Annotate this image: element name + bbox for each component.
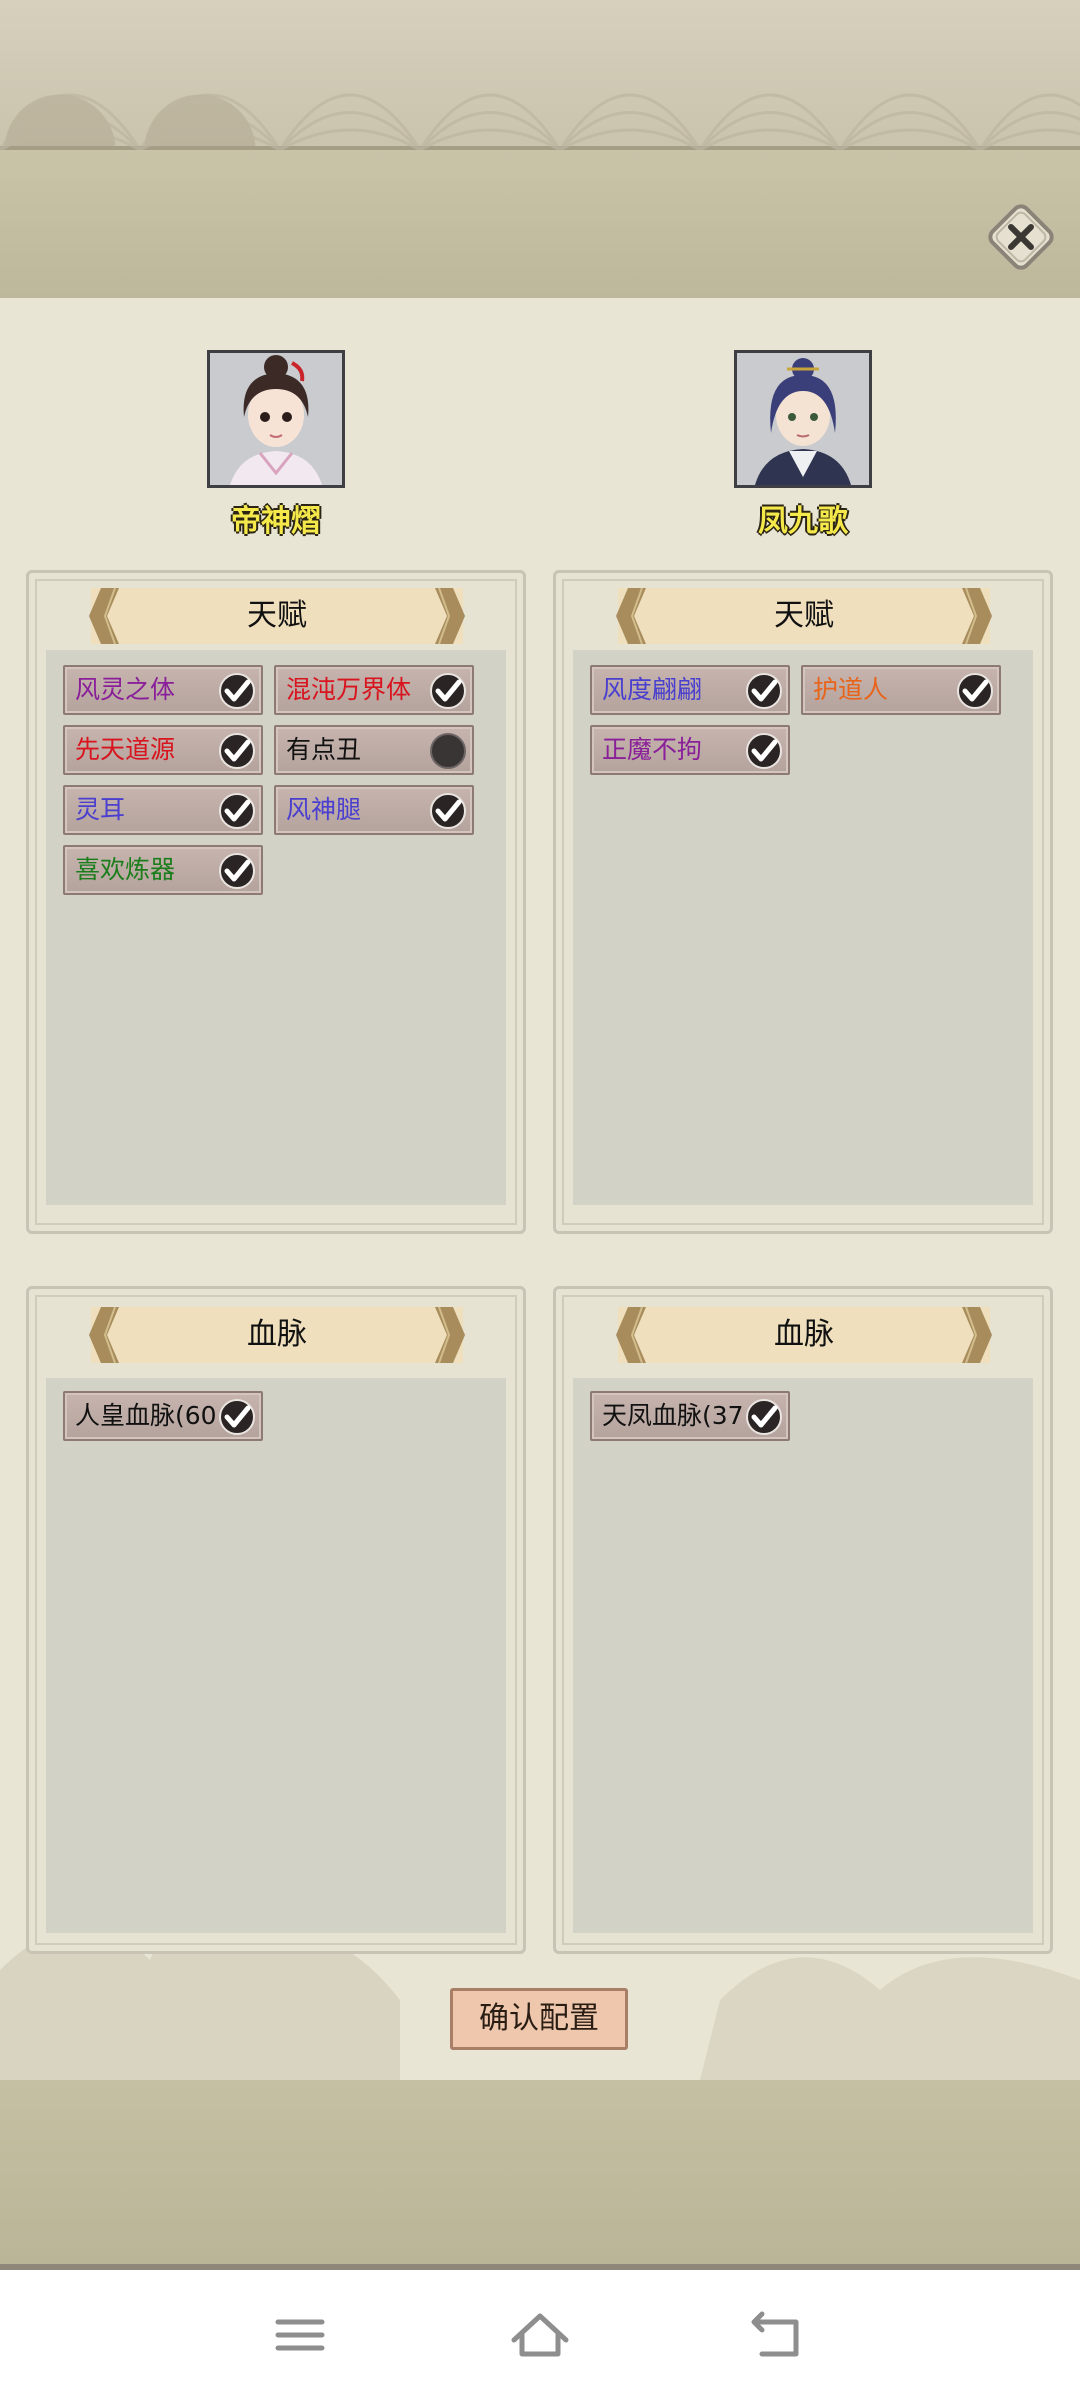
check-icon bbox=[219, 733, 255, 769]
close-button[interactable] bbox=[980, 196, 1062, 278]
chevron-right-icon[interactable] bbox=[962, 588, 992, 644]
menu-button[interactable] bbox=[260, 2300, 340, 2370]
chevron-right-icon[interactable] bbox=[962, 1307, 992, 1363]
avatar bbox=[207, 350, 345, 488]
footer-strip bbox=[0, 2080, 1080, 2270]
menu-icon bbox=[275, 2319, 325, 2351]
chevron-left-icon[interactable] bbox=[89, 1307, 119, 1363]
talent-tag-label: 灵耳 bbox=[75, 795, 126, 824]
chevron-right-icon[interactable] bbox=[435, 1307, 465, 1363]
top-decorative-band bbox=[0, 0, 1080, 150]
bloodline-tag-label: 人皇血脉(60 bbox=[75, 1401, 217, 1430]
bloodline-panel-2: 血脉 天凤血脉(37 bbox=[553, 1286, 1053, 1954]
talent-tag[interactable]: 灵耳 bbox=[63, 785, 263, 835]
talent-tag-label: 混沌万界体 bbox=[286, 675, 412, 704]
bloodline-title: 血脉 bbox=[774, 1317, 834, 1352]
talent-tag[interactable]: 风度翩翩 bbox=[590, 665, 790, 715]
check-icon bbox=[430, 793, 466, 829]
bloodline-banner: 血脉 bbox=[616, 1307, 992, 1363]
talent-tag[interactable]: 正魔不拘 bbox=[590, 725, 790, 775]
header-strip bbox=[0, 150, 1080, 298]
bloodline-panel-1: 血脉 人皇血脉(60 bbox=[26, 1286, 526, 1954]
chevron-left-icon[interactable] bbox=[616, 1307, 646, 1363]
bloodline-tag[interactable]: 天凤血脉(37 bbox=[590, 1391, 790, 1441]
character-name: 帝神熠 bbox=[231, 504, 321, 539]
bloodline-title: 血脉 bbox=[247, 1317, 307, 1352]
chevron-left-icon[interactable] bbox=[89, 588, 119, 644]
chevron-right-icon[interactable] bbox=[435, 588, 465, 644]
talent-tag[interactable]: 先天道源 bbox=[63, 725, 263, 775]
back-button[interactable] bbox=[740, 2300, 820, 2370]
bloodline-tag-label: 天凤血脉(37 bbox=[602, 1401, 744, 1430]
talent-banner: 天赋 bbox=[616, 588, 992, 644]
unchecked-icon bbox=[430, 733, 466, 769]
talent-banner: 天赋 bbox=[89, 588, 465, 644]
check-icon bbox=[746, 733, 782, 769]
talent-tag-label: 护道人 bbox=[813, 675, 889, 704]
check-icon bbox=[957, 673, 993, 709]
talent-tag-label: 风灵之体 bbox=[75, 675, 176, 704]
talent-title: 天赋 bbox=[774, 598, 834, 633]
check-icon bbox=[746, 673, 782, 709]
talent-tag[interactable]: 风灵之体 bbox=[63, 665, 263, 715]
chevron-left-icon[interactable] bbox=[616, 588, 646, 644]
talent-title: 天赋 bbox=[247, 598, 307, 633]
check-icon bbox=[219, 853, 255, 889]
check-icon bbox=[430, 673, 466, 709]
talent-tag-label: 风度翩翩 bbox=[602, 675, 703, 704]
talent-tag[interactable]: 喜欢炼器 bbox=[63, 845, 263, 895]
talent-panel-2: 天赋 风度翩翩 护道人正魔不拘 bbox=[553, 570, 1053, 1234]
check-icon bbox=[219, 1399, 255, 1435]
back-icon bbox=[751, 2311, 799, 2357]
close-icon bbox=[988, 204, 1054, 270]
check-icon bbox=[746, 1399, 782, 1435]
bloodline-list-area bbox=[573, 1378, 1033, 1933]
check-icon bbox=[219, 673, 255, 709]
talent-tag[interactable]: 护道人 bbox=[801, 665, 1001, 715]
avatar bbox=[734, 350, 872, 488]
talent-tag-label: 先天道源 bbox=[75, 735, 176, 764]
home-icon bbox=[511, 2313, 569, 2357]
talent-tag-label: 有点丑 bbox=[286, 735, 362, 764]
character-card-2[interactable]: 凤九歌 bbox=[693, 350, 913, 540]
talent-tag[interactable]: 风神腿 bbox=[274, 785, 474, 835]
character-name: 凤九歌 bbox=[758, 504, 848, 539]
talent-tag-label: 风神腿 bbox=[286, 795, 362, 824]
talent-panel-1: 天赋 风灵之体 混沌万界体先天道源 有点丑灵耳 风神腿喜欢炼器 bbox=[26, 570, 526, 1234]
bloodline-tag[interactable]: 人皇血脉(60 bbox=[63, 1391, 263, 1441]
talent-tag[interactable]: 有点丑 bbox=[274, 725, 474, 775]
talent-tag-label: 正魔不拘 bbox=[602, 735, 703, 764]
home-button[interactable] bbox=[500, 2300, 580, 2370]
bloodline-list-area bbox=[46, 1378, 506, 1933]
check-icon bbox=[219, 793, 255, 829]
talent-tag[interactable]: 混沌万界体 bbox=[274, 665, 474, 715]
character-card-1[interactable]: 帝神熠 bbox=[166, 350, 386, 540]
confirm-config-button[interactable]: 确认配置 bbox=[450, 1988, 628, 2050]
system-navigation-bar bbox=[0, 2270, 1080, 2400]
talent-tag-label: 喜欢炼器 bbox=[75, 855, 176, 884]
bloodline-banner: 血脉 bbox=[89, 1307, 465, 1363]
